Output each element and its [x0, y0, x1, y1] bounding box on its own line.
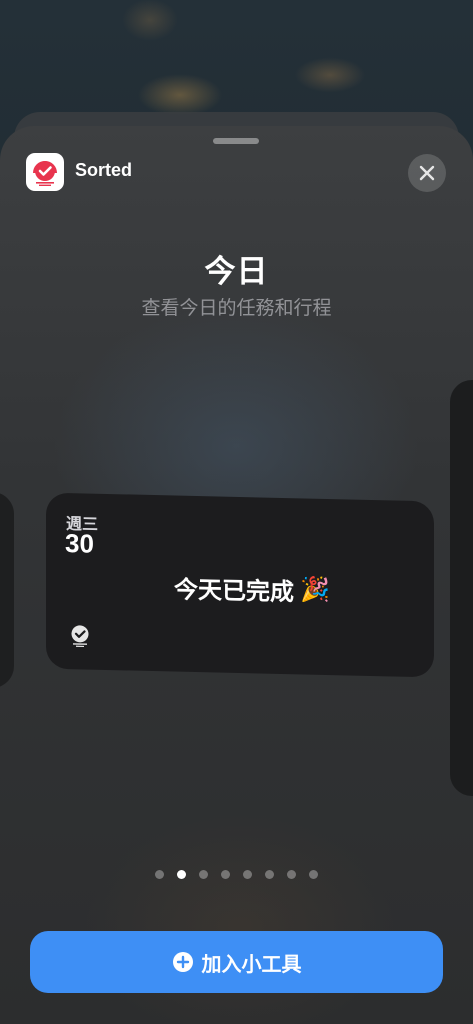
plus-circle-icon [172, 952, 193, 972]
party-popper-icon: 🎉 [300, 576, 330, 605]
next-widget-preview[interactable] [450, 380, 473, 796]
page-dot[interactable] [221, 870, 230, 879]
close-icon [419, 165, 435, 181]
widget-title: 今日 [204, 254, 269, 289]
widget-date: 30 [65, 528, 94, 559]
sheet-grabber[interactable] [213, 138, 259, 144]
page-dot[interactable] [265, 870, 274, 879]
page-indicator[interactable] [0, 870, 473, 879]
widget-gallery-sheet: Sorted 今日 查看今日的任務和行程 週三 30 今天已完成 🎉 加入小工具 [0, 126, 473, 1024]
widget-subtitle: 查看今日的任務和行程 [141, 298, 332, 319]
page-dot[interactable] [177, 870, 186, 879]
page-dot[interactable] [155, 870, 164, 879]
page-dot[interactable] [199, 870, 208, 879]
page-dot[interactable] [309, 870, 318, 879]
page-dot[interactable] [287, 870, 296, 879]
widget-message: 今天已完成 🎉 [174, 570, 330, 609]
widget-message-text: 今天已完成 [174, 576, 294, 607]
today-widget-preview[interactable]: 週三 30 今天已完成 🎉 [46, 492, 434, 678]
add-widget-button[interactable]: 加入小工具 [30, 931, 443, 993]
sorted-logo-icon [71, 625, 89, 648]
app-name: Sorted [75, 160, 133, 180]
previous-widget-preview[interactable] [0, 492, 14, 688]
add-widget-label: 加入小工具 [201, 953, 302, 976]
page-dot[interactable] [243, 870, 252, 879]
close-button[interactable] [408, 154, 446, 192]
sorted-app-icon [26, 153, 64, 191]
